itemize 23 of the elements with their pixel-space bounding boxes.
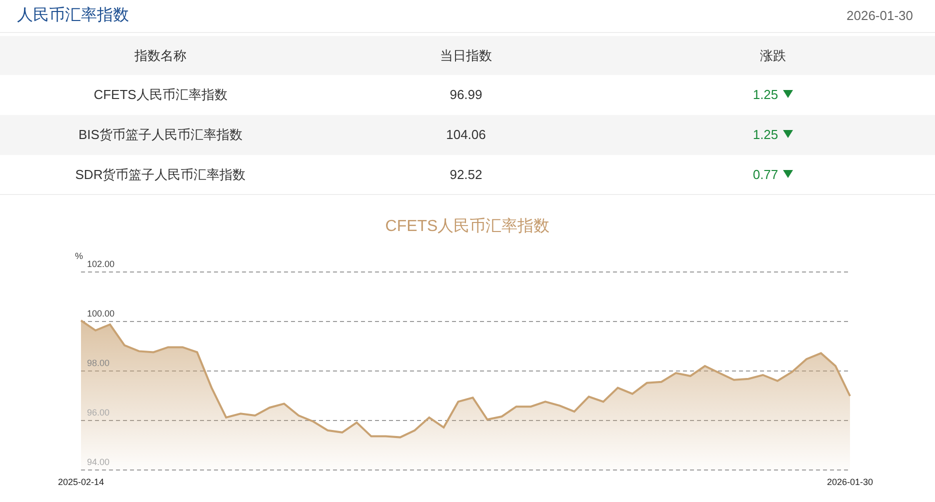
table-cell: 96.99: [450, 87, 482, 102]
change-value: 1.25: [752, 127, 778, 142]
axis-label: 98.00: [87, 358, 110, 368]
column-header: 当日指数: [440, 48, 492, 63]
column-header: 指数名称: [134, 48, 186, 63]
chart-title: CFETS人民币汇率指数: [384, 216, 551, 237]
axis-label: 94.00: [87, 457, 110, 467]
table-cell: BIS货币篮子人民币汇率指数: [78, 127, 242, 142]
axis-label: 100.00: [87, 308, 115, 318]
change-value: 0.77: [752, 166, 778, 182]
column-header: 涨跌: [760, 48, 786, 63]
table-cell: SDR货币篮子人民币汇率指数: [75, 166, 246, 182]
date-label: 2026-01-30: [846, 7, 913, 26]
axis-label: 96.00: [87, 408, 110, 418]
page-title: 人民币汇率指数: [17, 6, 129, 26]
axis-label: 2025-02-14: [58, 477, 104, 487]
axis-label: 2026-01-30: [826, 477, 874, 487]
table-cell: CFETS人民币汇率指数: [94, 87, 228, 102]
table-cell: 104.06: [446, 127, 486, 142]
change-value: 1.25: [752, 87, 778, 102]
axis-unit: %: [75, 251, 84, 261]
table-cell: 92.52: [450, 166, 482, 182]
axis-label: 102.00: [87, 259, 115, 269]
